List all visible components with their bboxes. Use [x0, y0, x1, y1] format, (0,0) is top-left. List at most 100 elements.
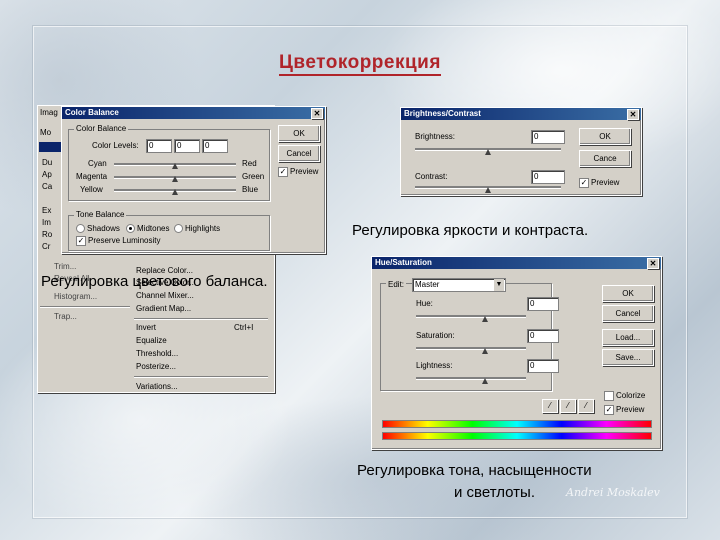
- lightness-thumb[interactable]: [482, 378, 488, 384]
- tone-balance-group: [68, 215, 270, 251]
- brightness-label: Brightness:: [415, 132, 456, 141]
- menu-separator: [134, 318, 268, 320]
- shadows-radio[interactable]: [76, 224, 85, 233]
- hue-thumb[interactable]: [482, 316, 488, 322]
- preview-checkbox[interactable]: ✓: [579, 178, 589, 188]
- color-balance-titlebar[interactable]: Color Balance ✕: [62, 107, 325, 119]
- menu-item-invert-shortcut: Ctrl+I: [234, 323, 254, 332]
- contrast-thumb[interactable]: [485, 187, 491, 193]
- brightness-contrast-dialog: Brightness/Contrast ✕ Brightness: 0 Cont…: [400, 107, 642, 196]
- yellow-blue-thumb[interactable]: [172, 189, 178, 195]
- eyedropper-icon[interactable]: ⁄: [542, 399, 558, 413]
- menu-side-item[interactable]: Ap: [42, 170, 52, 179]
- preview-label: Preview: [591, 178, 620, 187]
- menu-item-histogram[interactable]: Histogram...: [54, 292, 97, 301]
- cancel-button[interactable]: Cance: [579, 150, 631, 167]
- preserve-luminosity-checkbox[interactable]: ✓: [76, 236, 86, 246]
- color-level-field-2[interactable]: 0: [174, 139, 200, 153]
- edit-select[interactable]: Master ▼: [412, 278, 506, 292]
- preserve-luminosity-label: Preserve Luminosity: [88, 236, 161, 245]
- hue-saturation-caption-line1: Регулировка тона, насыщенности: [357, 462, 592, 479]
- colorize-label: Colorize: [616, 391, 646, 400]
- menu-tab-mode[interactable]: Mo: [40, 128, 51, 137]
- hue-field[interactable]: 0: [527, 297, 559, 311]
- hue-saturation-dialog: Hue/Saturation ✕ Edit: Master ▼ Hue: 0 S…: [371, 256, 662, 450]
- color-balance-group-label: Color Balance: [74, 124, 129, 133]
- menu-side-item[interactable]: Ro: [42, 230, 52, 239]
- preview-checkbox[interactable]: ✓: [278, 167, 288, 177]
- menu-tab-image[interactable]: Imag: [40, 108, 58, 117]
- slide-title: Цветокоррекция: [0, 52, 720, 76]
- eyedropper-plus-icon[interactable]: ⁄: [560, 399, 576, 413]
- input-color-bar: [382, 420, 652, 428]
- contrast-label: Contrast:: [415, 172, 448, 181]
- menu-item-trim[interactable]: Trim...: [54, 262, 76, 271]
- color-balance-dialog: Color Balance ✕ Color Balance Color Leve…: [61, 106, 326, 254]
- saturation-thumb[interactable]: [482, 348, 488, 354]
- cyan-red-thumb[interactable]: [172, 163, 178, 169]
- color-balance-caption: Регулировка цветового баланса.: [41, 273, 268, 290]
- brightness-contrast-caption: Регулировка яркости и контраста.: [352, 222, 589, 239]
- slider-left-label: Cyan: [88, 159, 107, 168]
- hue-slider[interactable]: [416, 315, 526, 318]
- cancel-button[interactable]: Cancel: [278, 145, 320, 162]
- close-icon[interactable]: ✕: [311, 108, 323, 119]
- close-icon[interactable]: ✕: [627, 109, 639, 120]
- edit-label: Edit:: [386, 280, 407, 289]
- menu-item-variations[interactable]: Variations...: [136, 382, 178, 391]
- saturation-label: Saturation:: [416, 331, 455, 340]
- preview-checkbox[interactable]: ✓: [604, 405, 614, 415]
- menu-side-item[interactable]: Ex: [42, 206, 51, 215]
- hue-saturation-caption-line2: и светлоты.: [454, 484, 535, 501]
- menu-side-item[interactable]: Ca: [42, 182, 52, 191]
- brightness-contrast-titlebar[interactable]: Brightness/Contrast ✕: [401, 108, 641, 120]
- brightness-field[interactable]: 0: [531, 130, 565, 144]
- menu-side-item[interactable]: Im: [42, 218, 51, 227]
- colorize-checkbox[interactable]: [604, 391, 614, 401]
- menu-item-channel-mixer[interactable]: Channel Mixer...: [136, 291, 194, 300]
- load-button[interactable]: Load...: [602, 329, 654, 346]
- menu-item-threshold[interactable]: Threshold...: [136, 349, 178, 358]
- preview-label: Preview: [616, 405, 645, 414]
- ok-button[interactable]: OK: [602, 285, 654, 302]
- tone-balance-group-label: Tone Balance: [74, 210, 127, 219]
- slider-left-label: Yellow: [80, 185, 103, 194]
- color-level-field-3[interactable]: 0: [202, 139, 228, 153]
- menu-item-invert[interactable]: Invert: [136, 323, 156, 332]
- lightness-label: Lightness:: [416, 361, 453, 370]
- color-levels-label: Color Levels:: [92, 141, 139, 150]
- saturation-slider[interactable]: [416, 347, 526, 350]
- hue-saturation-titlebar[interactable]: Hue/Saturation ✕: [372, 257, 661, 269]
- saturation-field[interactable]: 0: [527, 329, 559, 343]
- preview-label: Preview: [290, 167, 319, 176]
- menu-item-gradient-map[interactable]: Gradient Map...: [136, 304, 191, 313]
- hue-label: Hue:: [416, 299, 433, 308]
- author-signature: Andrei Moskalev: [566, 486, 660, 499]
- close-icon[interactable]: ✕: [647, 258, 659, 269]
- brightness-thumb[interactable]: [485, 149, 491, 155]
- menu-side-item[interactable]: Cr: [42, 242, 50, 251]
- slider-left-label: Magenta: [76, 172, 108, 181]
- save-button[interactable]: Save...: [602, 349, 654, 366]
- menu-highlight: [39, 142, 61, 152]
- magenta-green-thumb[interactable]: [172, 176, 178, 182]
- color-level-field-1[interactable]: 0: [146, 139, 172, 153]
- slider-right-label: Green: [242, 172, 265, 181]
- edit-select-value: Master: [415, 280, 440, 289]
- ok-button[interactable]: OK: [278, 125, 320, 142]
- menu-item-equalize[interactable]: Equalize: [136, 336, 167, 345]
- lightness-slider[interactable]: [416, 377, 526, 380]
- menu-side-item[interactable]: Du: [42, 158, 52, 167]
- cancel-button[interactable]: Cancel: [602, 305, 654, 322]
- menu-item-trap[interactable]: Trap...: [54, 312, 77, 321]
- ok-button[interactable]: OK: [579, 128, 631, 145]
- menu-item-posterize[interactable]: Posterize...: [136, 362, 176, 371]
- lightness-field[interactable]: 0: [527, 359, 559, 373]
- highlights-radio[interactable]: [174, 224, 183, 233]
- menu-separator: [40, 306, 130, 308]
- chevron-down-icon[interactable]: ▼: [494, 279, 504, 291]
- shadows-label: Shadows: [87, 224, 120, 233]
- eyedropper-minus-icon[interactable]: ⁄: [578, 399, 594, 413]
- midtones-radio[interactable]: [126, 224, 135, 233]
- contrast-field[interactable]: 0: [531, 170, 565, 184]
